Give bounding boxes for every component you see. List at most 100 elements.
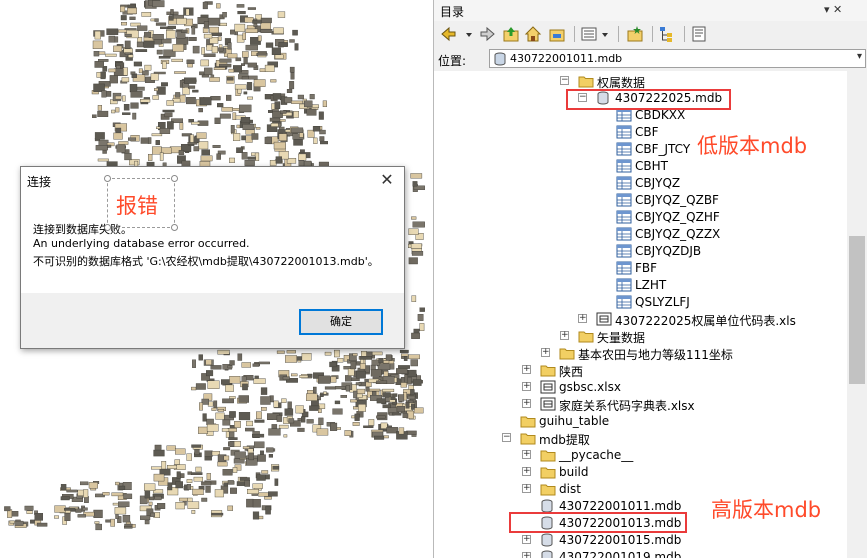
table-icon: [616, 244, 632, 261]
tree-node[interactable]: CBHT: [434, 158, 848, 175]
tree-node[interactable]: QSLYZLFJ: [434, 294, 848, 311]
collapse-icon[interactable]: −: [502, 433, 511, 442]
back-icon[interactable]: [440, 25, 458, 43]
tree-node[interactable]: − mdb提取: [434, 430, 848, 447]
land-parcel: [229, 360, 235, 366]
tree-node[interactable]: FBF: [434, 260, 848, 277]
table-icon: [616, 125, 632, 142]
land-parcel: [211, 407, 217, 411]
expand-icon[interactable]: +: [522, 365, 531, 374]
tree-node[interactable]: guihu_table: [434, 413, 848, 430]
land-parcel: [245, 28, 258, 33]
tree-node[interactable]: + 家庭关系代码字典表.xlsx: [434, 396, 848, 413]
land-parcel: [398, 427, 405, 435]
connect-folder-icon[interactable]: [548, 25, 566, 43]
land-parcel: [411, 332, 420, 339]
tree-node[interactable]: + 基本农田与地力等级111坐标: [434, 345, 848, 362]
land-parcel: [95, 145, 108, 151]
land-parcel: [287, 401, 292, 409]
expand-icon[interactable]: +: [522, 382, 531, 391]
up-folder-icon[interactable]: [502, 25, 520, 43]
tree-node[interactable]: + __pycache__: [434, 447, 848, 464]
land-parcel: [115, 95, 122, 100]
tree-node[interactable]: CBJYQZ: [434, 175, 848, 192]
land-parcel: [411, 295, 417, 302]
land-parcel: [227, 42, 232, 50]
tree-node-label: CBJYQZ_QZZX: [635, 227, 721, 241]
land-parcel: [111, 492, 124, 497]
tree-node[interactable]: +430722001015.mdb: [434, 532, 848, 549]
tree-node[interactable]: CBJYQZDJB: [434, 243, 848, 260]
expand-icon[interactable]: +: [522, 450, 531, 459]
land-parcel: [222, 419, 231, 426]
collapse-icon[interactable]: −: [560, 76, 569, 85]
land-parcel: [273, 27, 284, 34]
tree-icon[interactable]: [658, 25, 676, 43]
catalog-window-controls[interactable]: ▾ ✕: [824, 3, 842, 16]
properties-icon[interactable]: [690, 25, 708, 43]
land-parcel: [64, 513, 71, 521]
forward-icon[interactable]: [478, 25, 496, 43]
land-parcel: [175, 502, 185, 510]
expand-icon[interactable]: +: [522, 399, 531, 408]
land-parcel: [77, 514, 86, 518]
land-parcel: [129, 84, 138, 93]
chevron-down-icon[interactable]: ▾: [857, 51, 862, 62]
land-parcel: [352, 422, 360, 426]
land-parcel: [355, 382, 362, 386]
land-parcel: [209, 26, 219, 34]
land-parcel: [94, 30, 101, 40]
close-icon[interactable]: ✕: [376, 170, 398, 190]
scrollbar-thumb[interactable]: [849, 236, 865, 384]
land-parcel: [94, 132, 105, 140]
land-parcel: [188, 85, 196, 89]
land-parcel: [191, 510, 196, 514]
expand-icon[interactable]: +: [522, 535, 531, 544]
land-parcel: [124, 40, 131, 49]
ok-button[interactable]: 确定: [299, 309, 383, 335]
new-connection-icon[interactable]: [626, 25, 644, 43]
land-parcel: [203, 53, 216, 57]
land-parcel: [208, 17, 221, 26]
land-parcel: [237, 353, 243, 361]
tree-node[interactable]: + gsbsc.xlsx: [434, 379, 848, 396]
tree-node[interactable]: + 矢量数据: [434, 328, 848, 345]
land-parcel: [204, 456, 212, 461]
land-parcel: [201, 497, 208, 502]
tree-scrollbar[interactable]: [847, 71, 867, 558]
expand-icon[interactable]: +: [522, 552, 531, 558]
chevron-down-icon[interactable]: [600, 25, 618, 43]
land-parcel: [238, 412, 251, 421]
location-combobox[interactable]: 430722001011.mdb ▾: [489, 49, 866, 68]
land-parcel: [329, 361, 337, 368]
land-parcel: [318, 417, 324, 425]
land-parcel: [319, 394, 324, 397]
annotation-low-version: 低版本mdb: [697, 134, 808, 158]
land-parcel: [295, 405, 304, 414]
expand-icon[interactable]: +: [541, 348, 550, 357]
tree-node[interactable]: + 陕西: [434, 362, 848, 379]
tree-node[interactable]: +430722001019.mdb: [434, 549, 848, 558]
tree-node[interactable]: LZHT: [434, 277, 848, 294]
toolbar-separator: [652, 26, 653, 42]
tree-node[interactable]: CBJYQZ_QZBF: [434, 192, 848, 209]
expand-icon[interactable]: +: [522, 484, 531, 493]
table-icon: [616, 210, 632, 227]
dialog-title-bar[interactable]: 连接 ✕: [21, 167, 404, 195]
land-parcel: [345, 385, 350, 392]
expand-icon[interactable]: +: [578, 314, 587, 323]
land-parcel: [269, 117, 281, 122]
tree-node[interactable]: − 权属数据: [434, 73, 848, 90]
land-parcel: [191, 386, 197, 391]
expand-icon[interactable]: +: [522, 467, 531, 476]
land-parcel: [216, 103, 224, 108]
home-icon[interactable]: [524, 25, 542, 43]
tree-node[interactable]: +4307222025权属单位代码表.xls: [434, 311, 848, 328]
expand-icon[interactable]: +: [560, 331, 569, 340]
land-parcel: [293, 139, 303, 146]
land-parcel: [155, 22, 167, 26]
tree-node[interactable]: CBJYQZ_QZHF: [434, 209, 848, 226]
tree-node[interactable]: + build: [434, 464, 848, 481]
view-options-icon[interactable]: [580, 25, 598, 43]
tree-node[interactable]: CBJYQZ_QZZX: [434, 226, 848, 243]
